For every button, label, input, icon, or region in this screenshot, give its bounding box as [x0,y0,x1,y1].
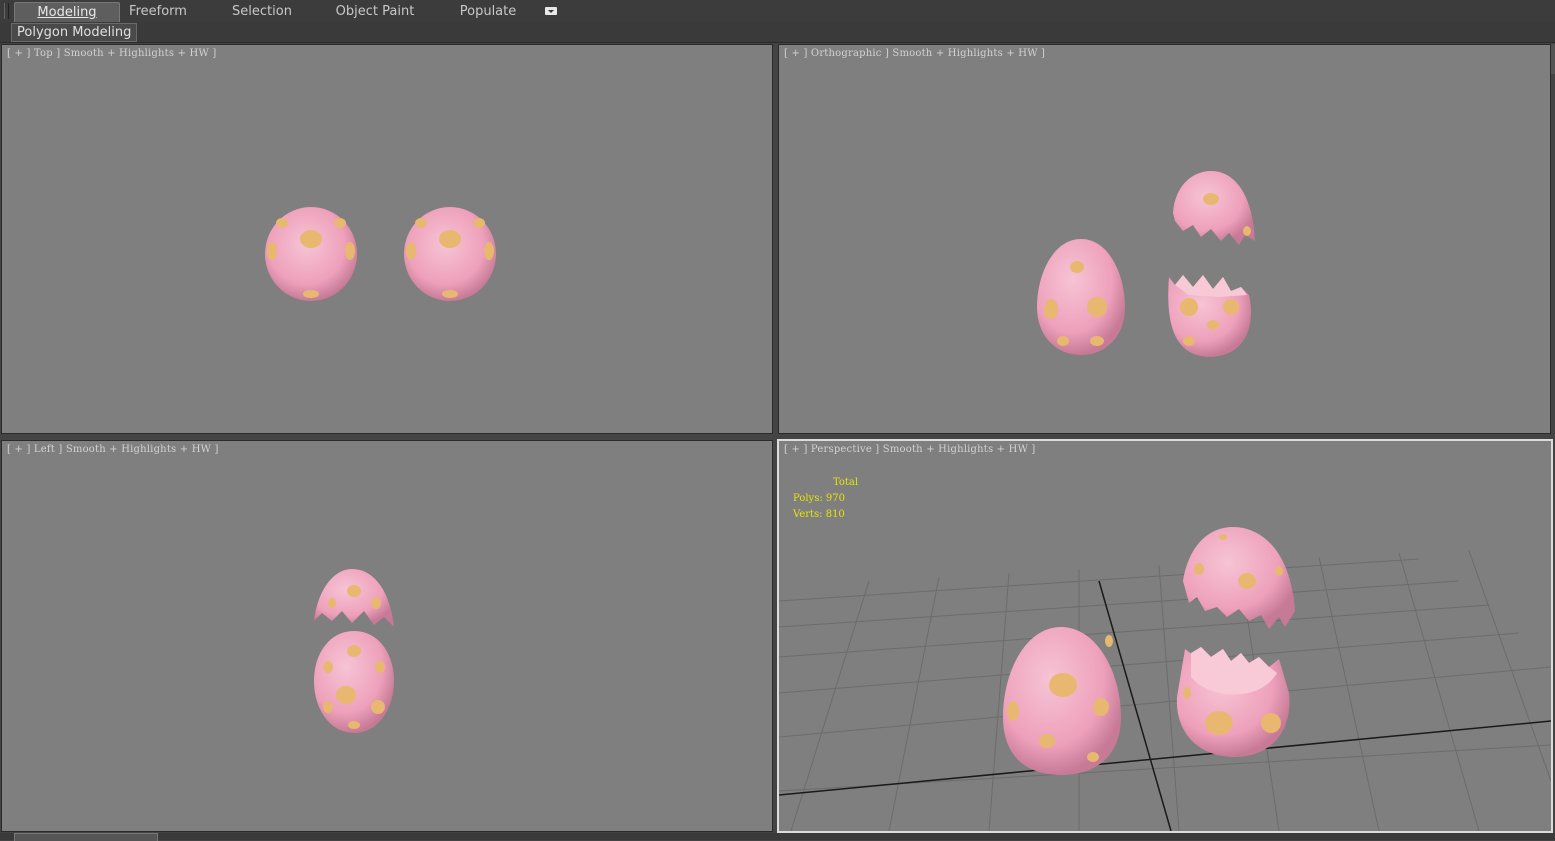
viewport-orthographic[interactable]: [ + ] Orthographic ] Smooth + Highlights… [778,44,1551,434]
tab-populate[interactable]: Populate [448,2,528,21]
ribbon-options-icon[interactable] [544,6,560,16]
egg-top-shell[interactable] [314,569,394,627]
viewport-left[interactable]: [ + ] Left ] Smooth + Highlights + HW ] [1,440,773,832]
ribbon-panel-bar: Polygon Modeling [0,22,1555,43]
egg-model[interactable] [404,207,496,301]
right-scrollbar[interactable] [1551,44,1555,74]
egg-bottom-shell[interactable] [1176,647,1290,757]
ribbon-grip[interactable] [4,3,9,19]
viewport-top[interactable]: [ + ] Top ] Smooth + Highlights + HW ] [1,44,773,434]
tab-modeling[interactable]: Modeling [14,2,120,22]
polygon-modeling-panel-button[interactable]: Polygon Modeling [11,23,138,42]
egg-model[interactable] [314,631,394,733]
egg-model[interactable] [1003,627,1121,775]
orthographic-view-scene [1037,171,1255,357]
viewport-label-top[interactable]: [ + ] Top ] Smooth + Highlights + HW ] [7,48,216,59]
scene-statistics: Total Polys: 970 Verts: 810 [793,475,858,523]
viewport-label-left[interactable]: [ + ] Left ] Smooth + Highlights + HW ] [7,444,219,455]
left-view-scene [314,569,394,733]
time-slider-bar [0,833,1555,841]
egg-bottom-shell[interactable] [1168,275,1252,357]
viewport-perspective[interactable]: [ + ] Perspective ] Smooth + Highlights … [777,439,1553,833]
home-grid [779,550,1551,831]
tab-object-paint[interactable]: Object Paint [330,2,420,21]
egg-model[interactable] [1037,239,1125,355]
ribbon-bar: Modeling Freeform Selection Object Paint… [0,0,1555,23]
egg-model[interactable] [265,207,357,301]
grid-axes [779,580,1551,831]
stats-polys: Polys: 970 [793,493,845,504]
tab-freeform[interactable]: Freeform [118,2,198,21]
viewport-label-orthographic[interactable]: [ + ] Orthographic ] Smooth + Highlights… [784,48,1045,59]
egg-top-shell[interactable] [1183,527,1295,629]
egg-top-shell[interactable] [1173,171,1255,245]
top-view-scene [265,207,496,301]
viewport-label-perspective[interactable]: [ + ] Perspective ] Smooth + Highlights … [784,444,1036,455]
perspective-view-scene [779,527,1551,831]
tab-selection[interactable]: Selection [222,2,302,21]
stats-header: Total [833,477,859,488]
stats-verts: Verts: 810 [793,509,845,520]
